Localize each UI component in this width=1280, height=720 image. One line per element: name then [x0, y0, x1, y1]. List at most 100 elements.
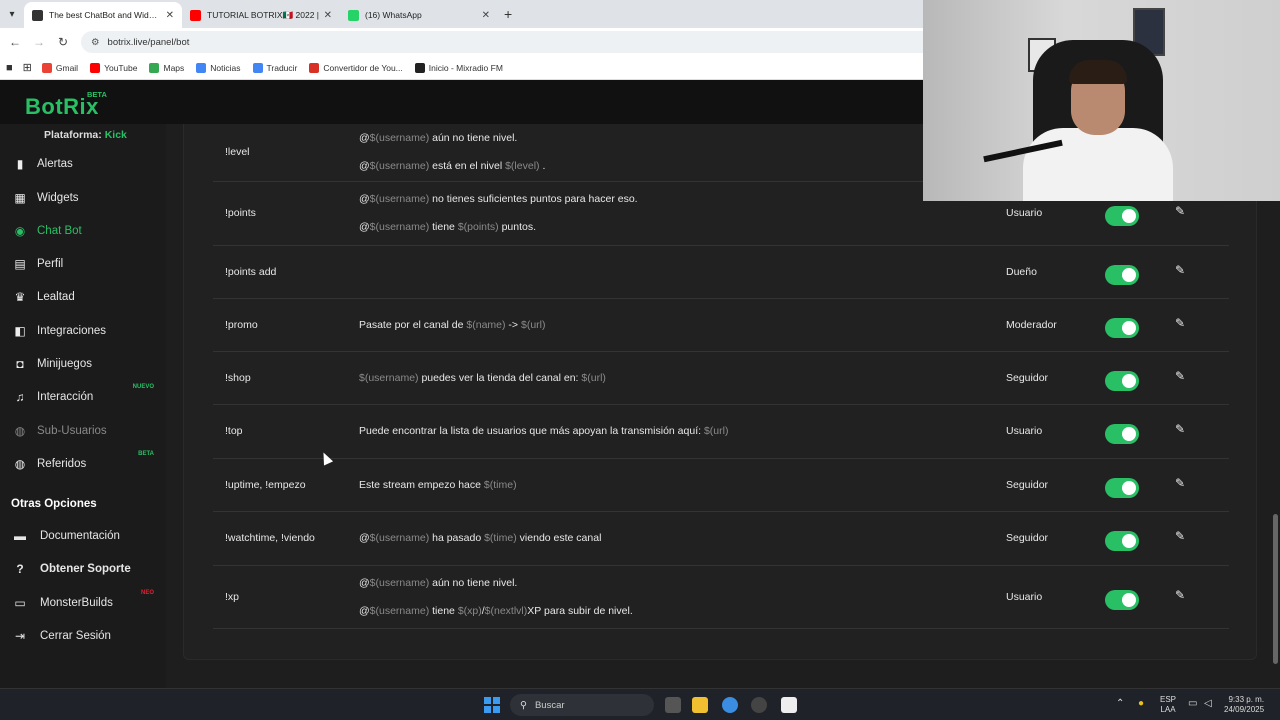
response-text: @ — [359, 193, 370, 205]
response-variable: $(points) — [457, 221, 499, 233]
bookmark-item[interactable]: Traducir — [252, 62, 297, 73]
bookmark-favicon-icon — [41, 62, 52, 73]
grid-apps-icon[interactable]: ⊞ — [23, 61, 32, 74]
pencil-icon[interactable]: ✎ — [1175, 476, 1185, 490]
option-item-monsterbuilds[interactable]: ▭ MonsterBuilds NEO — [12, 590, 162, 614]
microphone-icon[interactable]: ● — [1138, 698, 1144, 709]
response-variable: $(username) — [359, 371, 419, 384]
url-text: botrix.live/panel/bot — [107, 36, 190, 48]
back-icon[interactable]: ← — [3, 35, 27, 49]
search-icon: ⚲ — [520, 699, 527, 711]
sidebar-item-chat-bot[interactable]: ◉ Chat Bot — [12, 220, 162, 242]
option-item-cerrar-sesi-n[interactable]: ⇥ Cerrar Sesión — [12, 625, 162, 647]
sidebar-item-integraciones[interactable]: ◧ Integraciones — [12, 320, 162, 342]
command-enabled-toggle[interactable] — [1105, 424, 1139, 444]
sidebar-item-sub-usuarios[interactable]: ◍ Sub-Usuarios — [12, 420, 162, 442]
command-name: !uptime, !empezo — [225, 478, 306, 491]
bookmark-label: Inicio - Mixradio FM — [428, 62, 503, 73]
command-response: $(username) puedes ver la tienda del can… — [359, 372, 606, 384]
logo-beta-badge: BETA — [87, 90, 107, 99]
bookmark-item[interactable]: YouTube — [90, 62, 137, 73]
sidebar-item-label: Perfil — [37, 258, 64, 270]
monitor-icon: ▭ — [14, 596, 26, 610]
response-text: viendo este canal — [516, 532, 602, 544]
command-row: !top Puede encontrar la lista de usuarios… — [213, 405, 1229, 459]
apps-icon[interactable]: ■ — [6, 62, 13, 74]
tab-favicon-icon — [348, 9, 359, 21]
response-variable: $(xp) — [457, 604, 482, 617]
response-text: Este stream empezo hace — [359, 478, 484, 491]
sidebar-item-perfil[interactable]: ▤ Perfil — [12, 253, 162, 275]
command-permission: Moderador — [1006, 318, 1057, 331]
tab-search-icon[interactable]: ▾ — [0, 0, 24, 28]
browser-tab[interactable]: The best ChatBot and Widgets ✕ — [24, 2, 182, 28]
site-settings-icon[interactable]: ⚙ — [91, 37, 100, 48]
capcut-icon[interactable] — [781, 697, 797, 713]
pencil-icon[interactable]: ✎ — [1175, 369, 1185, 383]
command-enabled-toggle[interactable] — [1105, 589, 1139, 610]
bookmark-item[interactable]: Convertidor de You... — [309, 62, 403, 73]
command-enabled-toggle[interactable] — [1105, 264, 1139, 285]
sidebar-item-referidos[interactable]: ◍ Referidos BETA — [12, 451, 162, 475]
chevron-up-icon[interactable]: ⌃ — [1116, 698, 1124, 709]
sidebar-item-widgets[interactable]: ▦ Widgets — [12, 187, 162, 209]
pencil-icon[interactable]: ✎ — [1175, 263, 1185, 277]
browser-tab[interactable]: (16) WhatsApp ✕ — [340, 2, 498, 28]
clock[interactable]: 9:33 p. m. 24/09/2025 — [1224, 695, 1264, 715]
new-tab-button[interactable]: + — [504, 6, 512, 28]
sidebar: Plataforma: Kick ▮ Alertas ▦ Widgets ◉ Chat B… — [0, 124, 166, 688]
command-enabled-toggle[interactable] — [1105, 317, 1139, 338]
bookmark-label: Convertidor de You... — [323, 62, 403, 73]
close-icon[interactable]: ✕ — [324, 10, 332, 21]
option-item-documentaci-n[interactable]: ▬ Documentación — [12, 525, 162, 547]
command-name: !top — [225, 425, 243, 437]
platform-label: Plataforma: — [44, 129, 102, 141]
pencil-icon[interactable]: ✎ — [1175, 588, 1185, 602]
browser-tab[interactable]: TUTORIAL BOTRIX🇲🇽 2022 | ✕ — [182, 2, 340, 28]
command-enabled-toggle[interactable] — [1105, 477, 1139, 498]
obs-icon[interactable] — [751, 697, 767, 713]
pencil-icon[interactable]: ✎ — [1175, 422, 1185, 436]
taskbar-search[interactable]: ⚲ Buscar — [510, 694, 654, 716]
task-view-icon[interactable] — [665, 697, 681, 713]
address-bar[interactable]: ⚙ botrix.live/panel/bot — [81, 31, 941, 53]
close-icon[interactable]: ✕ — [482, 10, 490, 21]
option-item-label: MonsterBuilds — [40, 597, 113, 609]
response-text: @ — [359, 160, 370, 172]
language-indicator[interactable]: ESP LAA — [1160, 695, 1176, 715]
volume-icon[interactable]: ◁ — [1204, 698, 1212, 709]
windows-start-icon[interactable] — [484, 697, 500, 713]
sidebar-item-label: Referidos — [37, 458, 87, 470]
command-enabled-toggle[interactable] — [1105, 370, 1139, 391]
sidebar-item-alertas[interactable]: ▮ Alertas — [12, 153, 162, 175]
reload-icon[interactable]: ↻ — [51, 35, 75, 49]
command-enabled-toggle[interactable] — [1105, 531, 1139, 551]
option-item-obtener-soporte[interactable]: ? Obtener Soporte — [12, 558, 162, 580]
command-name: !promo — [225, 318, 258, 331]
sidebar-item-lealtad[interactable]: ♛ Lealtad — [12, 286, 162, 308]
toggle-knob — [1122, 373, 1136, 388]
pencil-icon[interactable]: ✎ — [1175, 529, 1185, 543]
bookmark-favicon-icon — [252, 62, 263, 73]
sidebar-item-label: Interacción — [37, 391, 94, 403]
sidebar-item-minijuegos[interactable]: ◘ Minijuegos — [12, 353, 162, 375]
bookmark-item[interactable]: Inicio - Mixradio FM — [414, 62, 503, 73]
close-icon[interactable]: ✕ — [166, 10, 174, 21]
pencil-icon[interactable]: ✎ — [1175, 204, 1185, 218]
puzzle-icon: ◧ — [14, 324, 26, 338]
sidebar-item-interacci-n[interactable]: ♫ Interacción NUEVO — [12, 384, 162, 408]
bookmark-item[interactable]: Maps — [149, 62, 184, 73]
page-scrollbar[interactable] — [1273, 514, 1278, 664]
response-variable: $(username) — [369, 221, 430, 233]
bookmark-item[interactable]: Noticias — [196, 62, 241, 73]
bookmark-item[interactable]: Gmail — [41, 62, 78, 73]
command-enabled-toggle[interactable] — [1105, 206, 1139, 226]
command-name: !level — [225, 146, 250, 158]
toggle-knob — [1122, 320, 1136, 335]
pencil-icon[interactable]: ✎ — [1175, 316, 1185, 330]
network-icon[interactable]: ▭ — [1188, 698, 1197, 709]
forward-icon[interactable]: → — [27, 35, 51, 49]
response-variable: $(time) — [483, 478, 517, 491]
chrome-icon[interactable] — [722, 697, 738, 713]
file-explorer-icon[interactable] — [692, 697, 708, 713]
